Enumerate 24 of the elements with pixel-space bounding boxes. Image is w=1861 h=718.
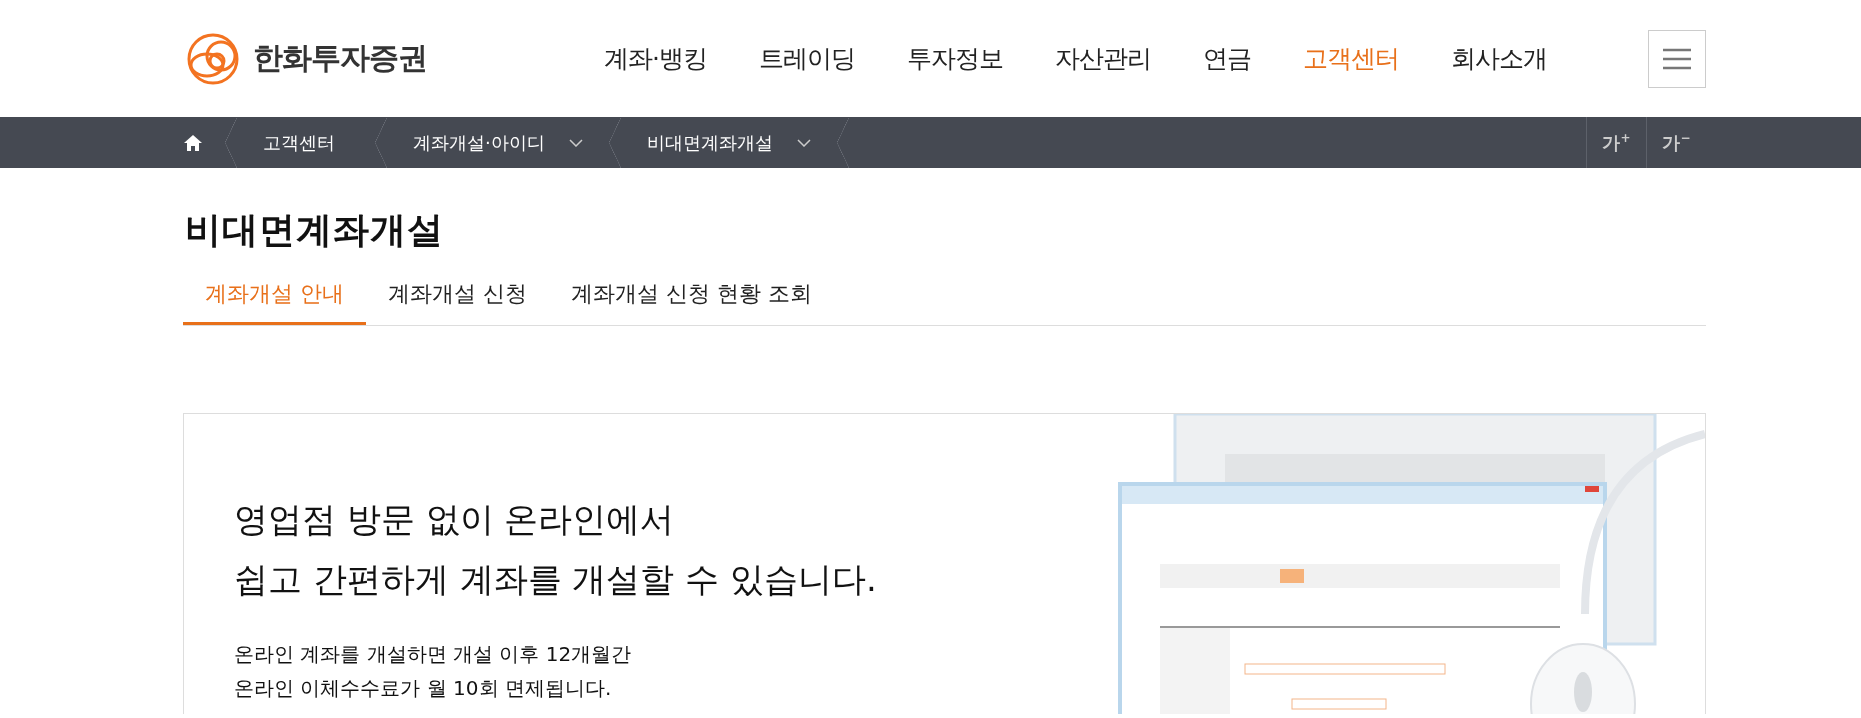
headline-text: 쉽고 간편하게 계좌를 개설할 수 있습니다.	[234, 558, 878, 601]
nav-link[interactable]: 자산관리	[1028, 42, 1177, 75]
menu-button[interactable]	[1648, 29, 1706, 88]
tab[interactable]: 계좌개설 신청 현황 조회	[549, 275, 834, 325]
breadcrumb-link[interactable]: 계좌개설·아이디	[413, 130, 545, 155]
nav-link[interactable]: 투자정보	[880, 42, 1029, 75]
breadcrumb-link[interactable]: 비대면계좌개설	[646, 130, 773, 155]
body-text: 온라인 계좌를 개설하면 개설 이후 12개월간	[234, 641, 633, 668]
home-icon[interactable]	[183, 133, 203, 152]
hamburger-icon	[1663, 47, 1691, 70]
nav-link[interactable]: 회사소개	[1424, 42, 1573, 75]
headline-text: 영업점 방문 없이 온라인에서	[234, 498, 676, 541]
chevron-down-icon[interactable]	[568, 138, 583, 147]
nav-link[interactable]: 계좌·뱅킹	[578, 42, 733, 75]
tab[interactable]: 계좌개설 신청	[366, 275, 549, 325]
logo-text[interactable]: 한화투자증권	[253, 38, 427, 79]
body-text: 온라인 이체수수료가 월 10회 면제됩니다.	[234, 675, 613, 702]
chevron-down-icon[interactable]	[796, 138, 811, 147]
font-size-button[interactable]: 가$^{−}$	[1646, 117, 1706, 168]
breadcrumb-link[interactable]: 고객센터	[263, 130, 335, 155]
font-size-button[interactable]: 가$^{+}$	[1586, 117, 1646, 168]
page-title: 비대면계좌개설	[185, 208, 445, 252]
nav-link[interactable]: 트레이딩	[732, 42, 881, 75]
nav-link[interactable]: 연금	[1176, 42, 1277, 75]
